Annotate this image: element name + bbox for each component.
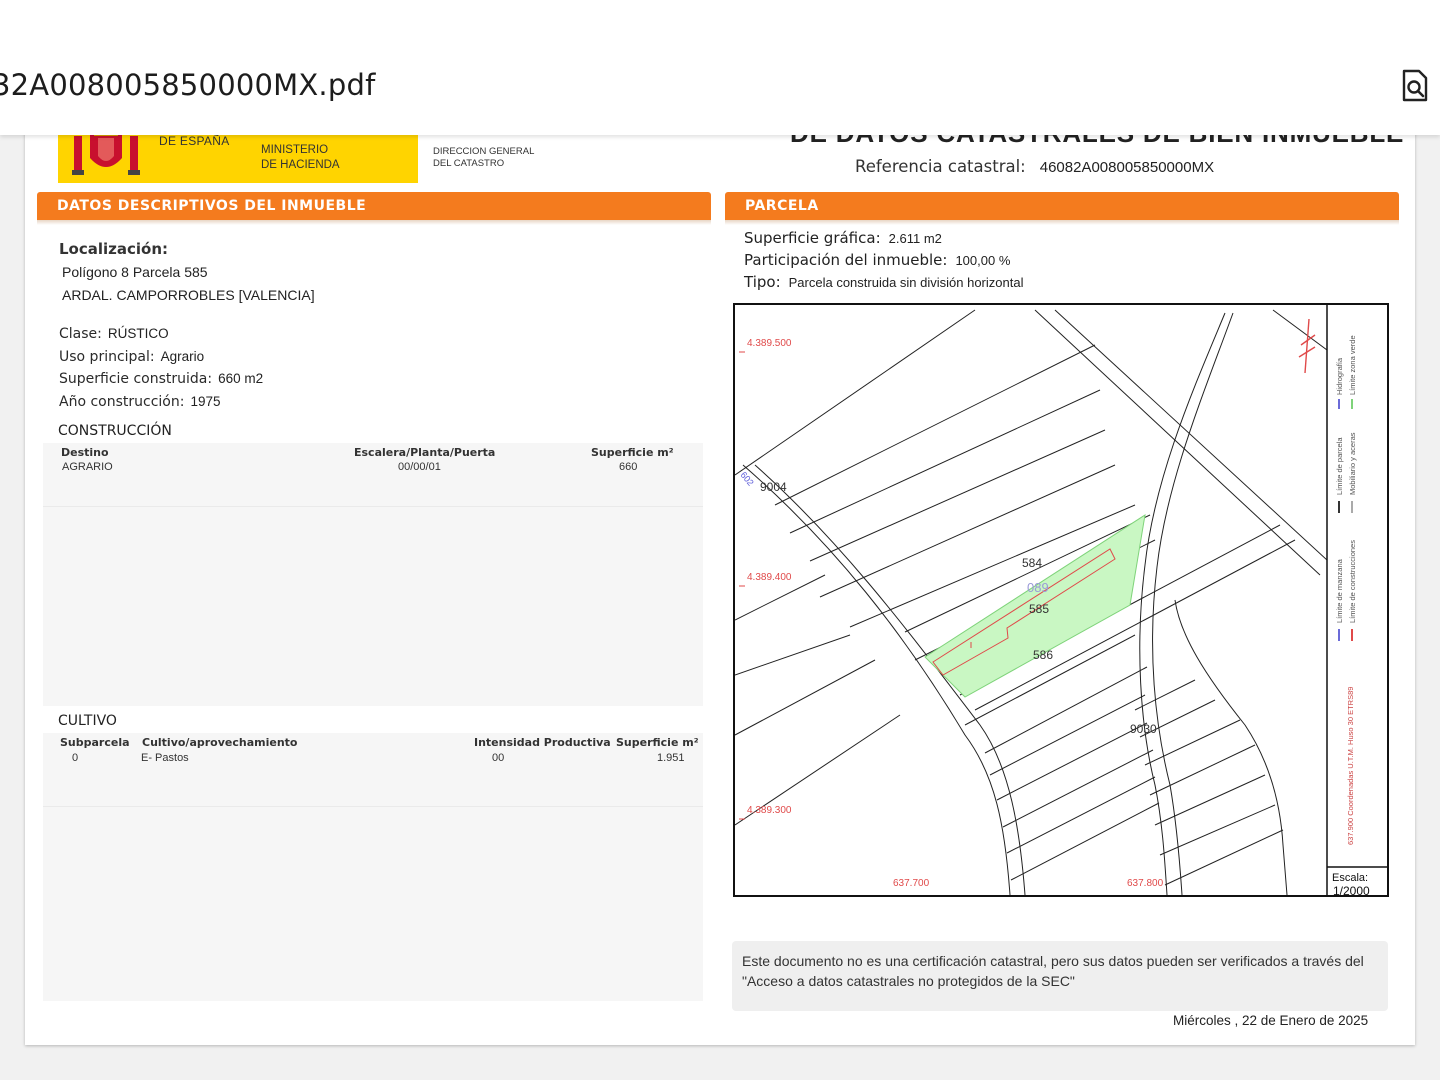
scale-value: 1/2000 [1333, 884, 1370, 895]
location-line-1: Polígono 8 Parcela 585 [62, 264, 208, 280]
table-divider [43, 506, 703, 507]
graphic-area-label: Superficie gráfica: [744, 229, 881, 247]
dgc-line-1: DIRECCION GENERAL [433, 146, 535, 157]
participation-value: 100,00 % [955, 253, 1011, 268]
type-value: Parcela construida sin división horizont… [788, 275, 1024, 290]
dgc-line-2: DEL CATASTRO [433, 158, 505, 169]
map-projection-label: 637.900 Coordenadas U.T.M. Huso 30 ETRS8… [1346, 687, 1355, 845]
participation-label: Participación del inmueble: [744, 251, 948, 269]
location-label: Localización: [59, 240, 169, 258]
catastro-label: DIRECCION GENERAL DEL CATASTRO [433, 146, 534, 170]
section-header-descriptive-data: DATOS DESCRIPTIVOS DEL INMUEBLE [37, 192, 711, 225]
cultivation-header-cultivo: Cultivo/aprovechamiento [142, 736, 298, 749]
building-label-089: 089 [1027, 580, 1049, 595]
coord-label-637800: 637.800 [1127, 878, 1164, 889]
cultivation-header-subparcela: Subparcela [60, 736, 130, 749]
cultivation-header-intensidad: Intensidad Productiva [474, 736, 611, 749]
year-value: 1975 [190, 394, 221, 409]
class-value: RÚSTICO [107, 326, 169, 341]
participation-row: Participación del inmueble: 100,00 % [744, 251, 1010, 269]
legend-furniture-sidewalks: Mobiliario y aceras [1348, 432, 1357, 495]
construction-table: Destino Escalera/Planta/Puerta Superfici… [43, 443, 703, 706]
viewer-toolbar: 32A008005850000MX.pdf [0, 0, 1440, 135]
reference-label: Referencia catastral: [855, 157, 1026, 176]
ministry-line-2: DE HACIENDA [261, 159, 340, 171]
coord-label-4389300: 4.389.300 [747, 805, 792, 816]
use-value: Agrario [160, 349, 205, 364]
legend-green-zone: Límite zona verde [1348, 335, 1357, 395]
cadastral-reference: Referencia catastral: 46082A008005850000M… [855, 157, 1214, 177]
built-area-value: 660 m2 [218, 371, 264, 386]
cultivation-title: CULTIVO [58, 713, 117, 729]
coord-label-4389400: 4.389.400 [747, 572, 792, 583]
legend-block-boundary: Límite de manzana [1335, 558, 1344, 623]
class-label: Clase: [59, 326, 102, 342]
parcel-label-586: 586 [1033, 648, 1053, 662]
cultivation-header-superficie: Superficie m² [616, 736, 699, 749]
reference-value: 46082A008005850000MX [1039, 159, 1215, 176]
built-area-label: Superficie construida: [59, 371, 213, 387]
section-header-parcel: PARCELA [725, 192, 1399, 225]
road-label-602: 602 [738, 470, 755, 488]
disclaimer-note: Este documento no es una certificación c… [732, 941, 1388, 1011]
construction-header-destino: Destino [61, 446, 109, 459]
parcel-label-9030: 9030 [1130, 722, 1157, 736]
construction-header-escalera: Escalera/Planta/Puerta [354, 446, 496, 459]
coord-label-637700: 637.700 [893, 878, 930, 889]
pdf-page: DE ESPAÑA MINISTERIO DE HACIENDA DIRECCI… [25, 100, 1415, 1045]
graphic-area-row: Superficie gráfica: 2.611 m2 [744, 229, 942, 247]
cultivation-cell-superficie: 1.951 [657, 752, 685, 764]
cultivation-cell-cultivo: E- Pastos [141, 752, 189, 764]
class-row: Clase: RÚSTICO [59, 325, 169, 342]
year-row: Año construcción: 1975 [59, 393, 221, 410]
ministry-line-1: MINISTERIO [261, 144, 329, 156]
parcel-label-9004: 9004 [760, 480, 787, 494]
coord-label-4389500: 4.389.500 [747, 338, 792, 349]
parcel-label-585: 585 [1029, 602, 1049, 616]
ministry-label: MINISTERIO DE HACIENDA [261, 143, 340, 173]
legend-hydrography: Hidrografía [1335, 357, 1344, 395]
map-drawing: 584 585 586 9004 9030 089 602 4.389.500 … [735, 305, 1387, 895]
year-label: Año construcción: [59, 394, 185, 410]
graphic-area-value: 2.611 m2 [888, 231, 942, 246]
cultivation-cell-intensidad: 00 [492, 752, 505, 764]
north-arrow-icon [1298, 318, 1316, 374]
construction-header-superficie: Superficie m² [591, 446, 674, 459]
parcel-label-584: 584 [1022, 556, 1042, 570]
construction-title: CONSTRUCCIÓN [58, 423, 172, 439]
construction-cell-superficie: 660 [619, 461, 638, 473]
file-name: 32A008005850000MX.pdf [0, 68, 376, 102]
location-line-2: ARDAL. CAMPORROBLES [VALENCIA] [62, 287, 315, 303]
legend-parcel-boundary: Límite de parcela [1335, 437, 1344, 495]
built-area-row: Superficie construida: 660 m2 [59, 370, 263, 387]
use-row: Uso principal: Agrario [59, 348, 204, 365]
cultivation-table: Subparcela Cultivo/aprovechamiento Inten… [43, 733, 703, 1001]
use-label: Uso principal: [59, 349, 155, 365]
legend-construction-boundary: Límite de construcciones [1348, 540, 1357, 623]
cadastral-map: 584 585 586 9004 9030 089 602 4.389.500 … [733, 303, 1389, 897]
construction-cell-escalera: 00/00/01 [398, 461, 441, 473]
document-search-icon[interactable] [1400, 68, 1430, 104]
construction-cell-destino: AGRARIO [62, 461, 113, 473]
scale-label: Escala: [1332, 872, 1368, 884]
coat-of-arms-icon [72, 130, 140, 175]
table-divider [43, 806, 703, 807]
type-label: Tipo: [744, 273, 781, 291]
type-row: Tipo: Parcela construida sin división hor… [744, 273, 1023, 291]
document-date: Miércoles , 22 de Enero de 2025 [1173, 1013, 1369, 1028]
country-label: DE ESPAÑA [159, 134, 230, 148]
cultivation-cell-subparcela: 0 [72, 752, 79, 764]
